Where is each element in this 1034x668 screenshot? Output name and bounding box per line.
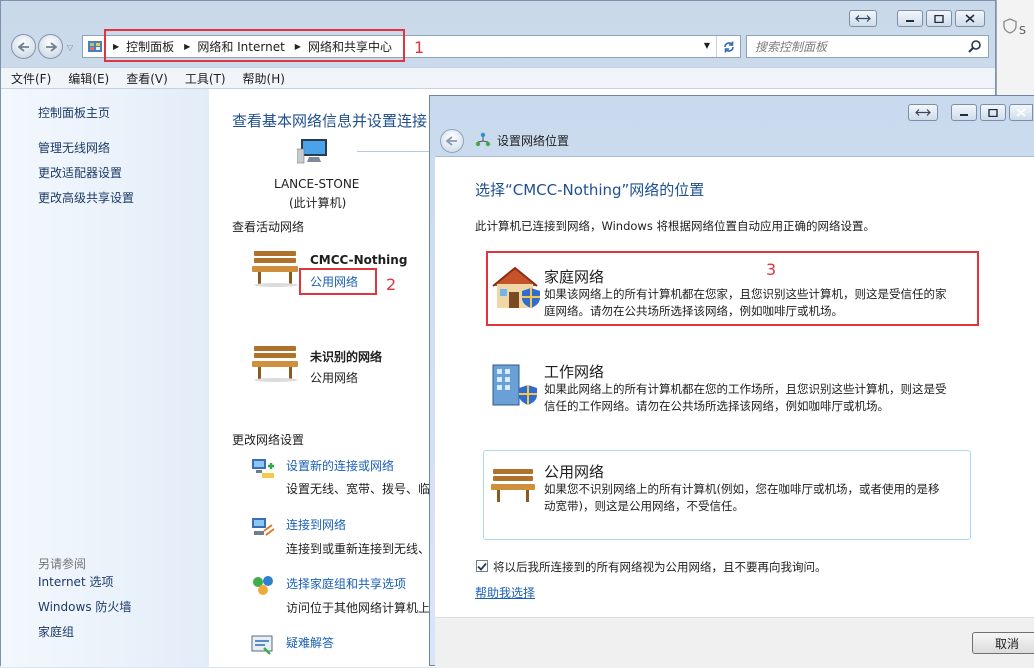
connect-network-icon [250,515,276,539]
public-network-desc-line2: 动宽带)，则这是公用网络，不受信任。 [544,499,744,513]
minimize-icon [960,113,968,116]
minimize-button[interactable] [897,10,923,27]
homegroup-link[interactable]: 家庭组 [38,623,74,640]
maximize-icon [934,14,944,23]
public-network-title: 公用网络 [544,463,605,481]
snap-button[interactable] [849,10,877,27]
bench-icon [489,465,539,505]
see-also-title: 另请参阅 [38,557,87,571]
address-dropdown[interactable]: ▼ [704,41,710,50]
network1-name: CMCC-Nothing [310,253,408,267]
manage-wireless-link[interactable]: 管理无线网络 [38,139,110,156]
recent-pages-dropdown[interactable]: ▽ [67,43,73,52]
treat-as-public-label: 将以后我所连接到的所有网络视为公用网络，且不要再向我询问。 [493,560,827,574]
minimize-button[interactable] [951,104,977,121]
left-task-pane: 控制面板主页 管理无线网络 更改适配器设置 更改高级共享设置 另请参阅 Inte… [1,89,209,667]
network2-name: 未识别的网络 [310,350,383,364]
setup-connection-desc: 设置无线、宽带、拨号、临 [286,482,431,496]
public-network-option[interactable]: 公用网络 如果您不识别网络上的所有计算机(例如，您在咖啡厅或机场，或者使用的是移… [483,450,971,540]
refresh-button[interactable] [716,36,741,57]
shield-icon [1003,18,1017,34]
forward-arrow-icon [45,41,57,52]
connection-line [357,151,437,152]
new-connection-icon [250,456,276,480]
search-input[interactable]: 搜索控制面板 [746,35,989,58]
computer-subtitle: (此计算机) [289,196,347,210]
close-button[interactable] [955,10,985,27]
maximize-button[interactable] [926,10,952,27]
close-icon [965,14,975,23]
back-arrow-icon [446,136,457,146]
work-network-option[interactable]: 工作网络 如果此网络上的所有计算机都在您的工作场所，且您识别这些计算机，则这是受… [489,347,977,419]
back-button[interactable] [11,34,36,59]
annotation-label-1: 1 [414,38,425,57]
close-icon [1016,108,1026,117]
checkmark-icon [477,562,487,571]
dialog-heading: 选择“CMCC-Nothing”网络的位置 [475,181,705,199]
bench-icon [250,247,302,287]
computer-name: LANCE-STONE [274,177,360,191]
setup-connection-link[interactable]: 设置新的连接或网络 [286,457,394,474]
snap-button[interactable] [908,104,938,121]
homegroup-options-desc: 访问位于其他网络计算机上 [286,601,431,615]
bench-icon [250,342,302,382]
connect-network-desc: 连接到或重新连接到无线、 [286,542,431,556]
dialog-back-button[interactable] [440,129,464,153]
menu-help[interactable]: 帮助(H) [243,70,285,87]
menu-tools[interactable]: 工具(T) [185,70,226,87]
troubleshoot-icon [250,633,276,657]
close-button[interactable] [1009,104,1033,121]
maximize-icon [988,108,998,117]
annotation-box-3 [486,251,979,326]
menu-edit[interactable]: 编辑(E) [68,70,109,87]
cancel-button[interactable]: 取消 [972,632,1034,654]
snap-icon [855,15,871,22]
dialog-content: 选择“CMCC-Nothing”网络的位置 此计算机已连接到网络，Windows… [435,156,1034,668]
maximize-button[interactable] [980,104,1006,121]
back-arrow-icon [17,41,29,52]
work-network-icon [489,361,541,407]
work-network-desc-line2: 信任的工作网络。请勿在公共场所选择该网络，例如咖啡厅或机场。 [544,399,889,413]
work-network-title: 工作网络 [544,363,605,381]
control-panel-icon [87,39,103,55]
set-network-location-dialog: 设置网络位置 选择“CMCC-Nothing”网络的位置 此计算机已连接到网络，… [429,95,1034,668]
homegroup-icon [250,573,276,597]
connect-network-link[interactable]: 连接到网络 [286,516,346,533]
menu-view[interactable]: 查看(V) [126,70,168,87]
minimize-icon [906,19,914,22]
menu-bar: 文件(F) 编辑(E) 查看(V) 工具(T) 帮助(H) [1,67,995,89]
homegroup-options-link[interactable]: 选择家庭组和共享选项 [286,575,406,592]
windows-firewall-link[interactable]: Windows 防火墙 [38,598,131,615]
advanced-sharing-link[interactable]: 更改高级共享设置 [38,189,134,206]
active-networks-label: 查看活动网络 [232,220,305,234]
page-title: 查看基本网络信息并设置连接 [232,112,428,130]
annotation-label-3: 3 [766,260,777,279]
annotation-box-1 [104,29,405,62]
troubleshoot-link[interactable]: 疑难解答 [286,634,334,651]
annotation-label-2: 2 [386,275,397,294]
forward-button[interactable] [38,34,63,59]
network2-type: 公用网络 [310,371,359,385]
public-network-desc-line1: 如果您不识别网络上的所有计算机(例如，您在咖啡厅或机场，或者使用的是移 [544,482,940,496]
search-icon [968,40,981,53]
change-adapter-link[interactable]: 更改适配器设置 [38,164,122,181]
internet-options-link[interactable]: Internet 选项 [38,573,113,590]
network-location-icon [475,132,491,148]
change-settings-label: 更改网络设置 [232,433,305,447]
snap-icon [915,109,931,116]
dialog-footer: 取消 [435,617,1034,668]
dialog-title: 设置网络位置 [497,134,570,148]
annotation-box-2 [299,268,377,295]
dialog-intro: 此计算机已连接到网络，Windows 将根据网络位置自动应用正确的网络设置。 [475,219,875,233]
computer-icon [297,137,331,165]
menu-file[interactable]: 文件(F) [11,70,51,87]
refresh-icon [724,41,734,52]
help-me-choose-link[interactable]: 帮助我选择 [475,584,535,601]
control-panel-home-link[interactable]: 控制面板主页 [38,104,110,121]
treat-as-public-checkbox[interactable] [476,560,488,572]
work-network-desc-line1: 如果此网络上的所有计算机都在您的工作场所，且您识别这些计算机，则这是受 [544,382,947,396]
